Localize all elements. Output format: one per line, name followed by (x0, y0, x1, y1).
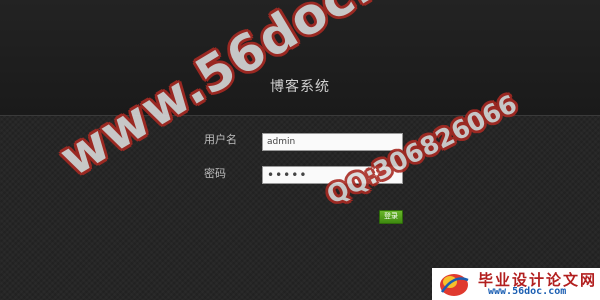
badge-logo-icon (440, 274, 469, 296)
password-label: 密码 (204, 167, 226, 180)
watermark-badge: 毕业设计论文网 www.56doc.com (432, 268, 600, 300)
login-button[interactable]: 登录 (379, 210, 403, 224)
username-label: 用户名 (204, 133, 237, 146)
username-field[interactable] (262, 133, 403, 151)
badge-url: www.56doc.com (488, 286, 567, 297)
